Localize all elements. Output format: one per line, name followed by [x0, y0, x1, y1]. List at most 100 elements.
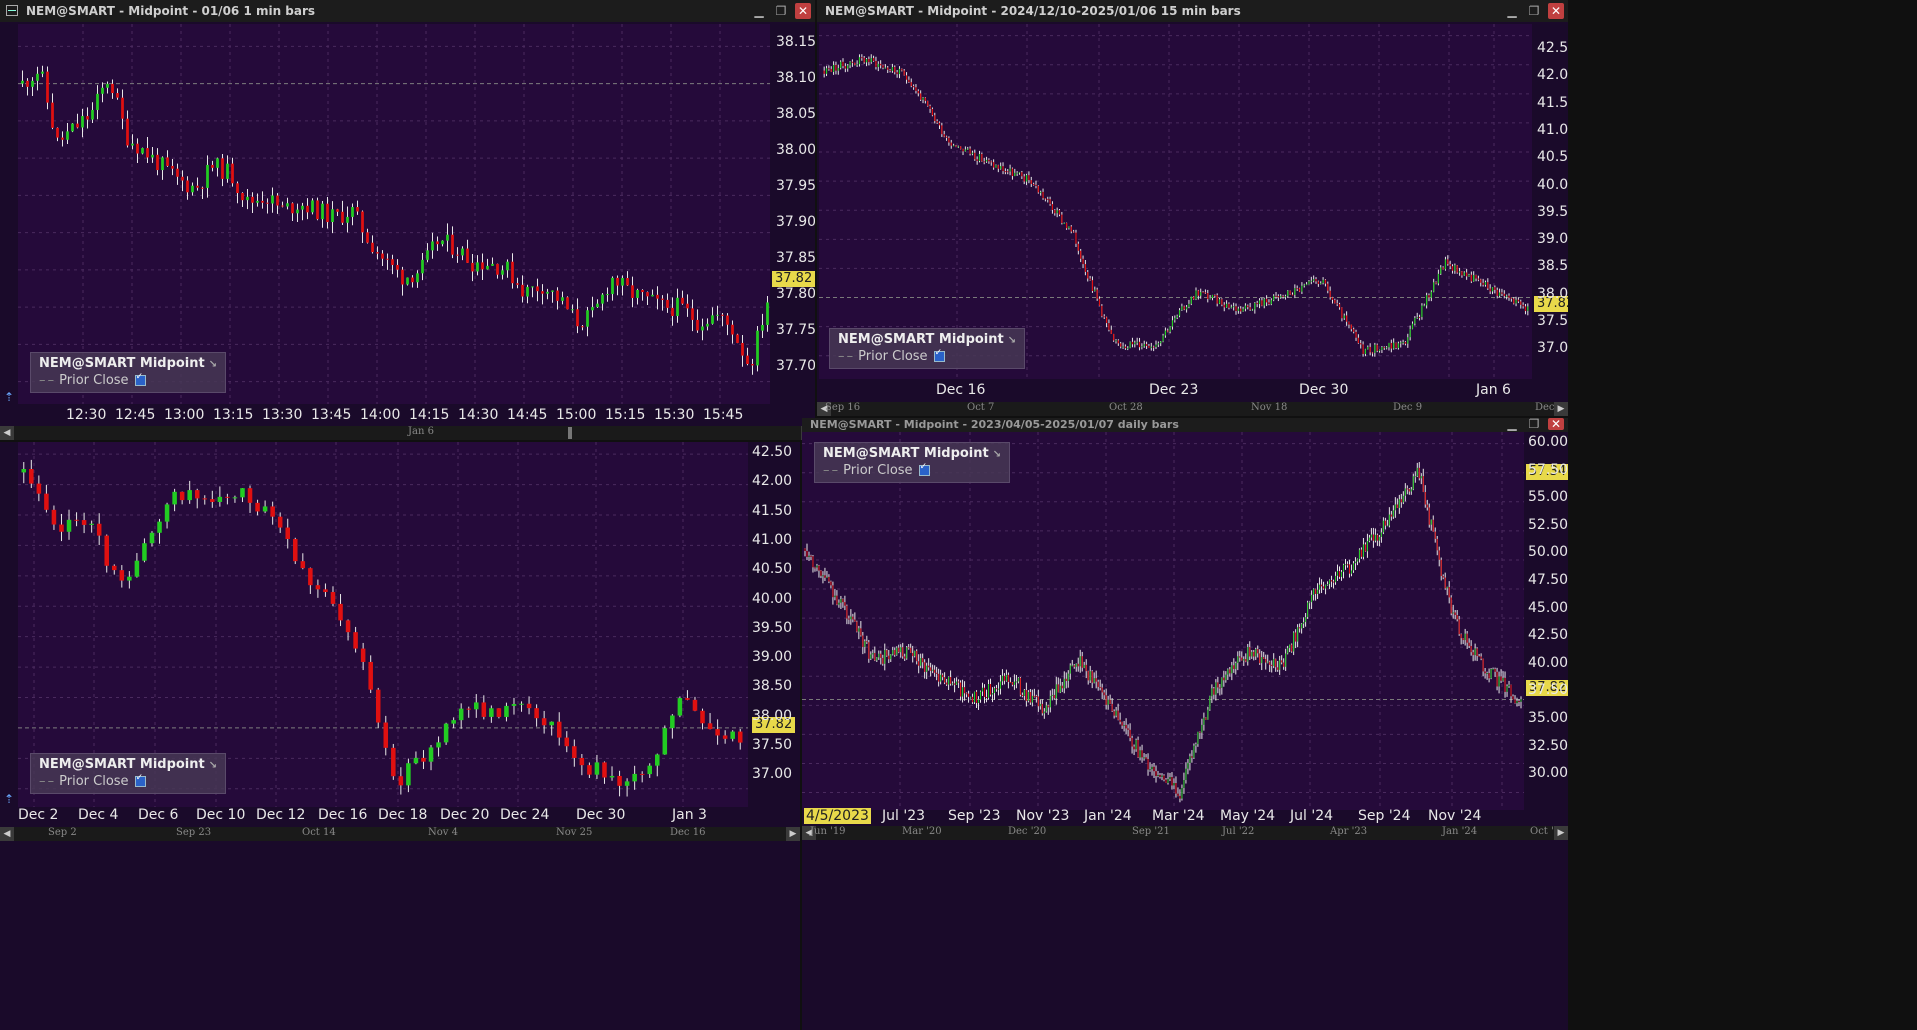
- candle-body: [875, 60, 877, 68]
- candle-body: [1101, 687, 1103, 693]
- panel1-chart[interactable]: [18, 24, 770, 404]
- candle-body: [1315, 279, 1317, 282]
- panel2-legend[interactable]: NEM@SMART Midpoint ↘ – – Prior Close: [829, 328, 1026, 369]
- legend-arrow-icon[interactable]: ↘: [1008, 335, 1016, 346]
- candle-body: [609, 775, 615, 778]
- close-icon[interactable]: ✕: [1548, 418, 1564, 430]
- legend-prior-close: Prior Close: [858, 349, 928, 364]
- candle-body: [997, 165, 999, 169]
- close-icon[interactable]: ✕: [1548, 3, 1564, 19]
- candle-body: [1037, 696, 1039, 707]
- prior-close-checkbox[interactable]: [134, 773, 146, 787]
- panel2-plot[interactable]: [819, 24, 1532, 379]
- candle-body: [136, 143, 139, 154]
- candle-body: [1109, 699, 1111, 704]
- minimize-icon[interactable]: ▁: [1504, 3, 1520, 19]
- candle-body: [1169, 777, 1171, 780]
- candle-body: [834, 595, 836, 598]
- candle-body: [1207, 709, 1209, 720]
- panel4-scroll-strip[interactable]: ◀ Jun '19 Mar '20 Dec '20 Sep '21 Jul '22 Apr …: [802, 826, 1568, 840]
- candle-body: [1209, 297, 1211, 300]
- y-tick-label: 35.00: [1528, 710, 1568, 726]
- panel2-scroll-strip[interactable]: ◀ Sep 16 Oct 7 Oct 28 Nov 18 Dec 9 Dec 30 ▶: [817, 402, 1568, 416]
- crosshair-icon[interactable]: ⇡: [802, 792, 804, 806]
- candle-body: [556, 721, 562, 738]
- scroll-right-icon[interactable]: ▶: [786, 827, 800, 841]
- panel3-legend[interactable]: NEM@SMART Midpoint ↘ – – Prior Close: [30, 753, 227, 794]
- panel-intraday-1min: NEM@SMART - Midpoint - 01/06 1 min bars …: [0, 0, 815, 440]
- candle-body: [1266, 298, 1268, 303]
- candle-body: [436, 241, 439, 245]
- candle-body: [256, 200, 259, 203]
- candle-body: [1153, 346, 1155, 348]
- panel4-chart[interactable]: [802, 432, 1524, 810]
- candle-body: [701, 326, 704, 331]
- legend-arrow-icon[interactable]: ↘: [209, 760, 217, 771]
- legend-arrow-icon[interactable]: ↘: [209, 359, 217, 370]
- minimize-icon[interactable]: ▁: [751, 3, 767, 19]
- panel4-legend[interactable]: NEM@SMART Midpoint ↘ – – Prior Close: [814, 442, 1011, 483]
- candle-body: [1028, 175, 1030, 181]
- x-tick-label: 13:15: [213, 407, 254, 423]
- candle-body: [1169, 326, 1171, 332]
- candle-body: [89, 523, 94, 525]
- candle-body: [903, 70, 905, 76]
- panel4-plot[interactable]: [802, 432, 1524, 810]
- legend-arrow-icon[interactable]: ↘: [993, 449, 1001, 460]
- panel1-titlebar[interactable]: NEM@SMART - Midpoint - 01/06 1 min bars …: [0, 0, 815, 22]
- candle-body: [51, 509, 57, 525]
- candle-body: [1516, 700, 1518, 704]
- prior-close-checkbox[interactable]: [134, 372, 146, 386]
- candle-body: [726, 315, 729, 325]
- prior-close-checkbox[interactable]: [918, 462, 930, 476]
- scroll-thumb[interactable]: [568, 427, 572, 439]
- x-tick-label: Jan 6: [1476, 382, 1511, 398]
- minimize-icon[interactable]: ▁: [1504, 418, 1520, 430]
- candle-body: [1117, 340, 1119, 344]
- candle-body: [1487, 282, 1489, 289]
- candle-body: [1037, 185, 1039, 193]
- panel2-titlebar[interactable]: NEM@SMART - Midpoint - 2024/12/10-2025/0…: [817, 0, 1568, 22]
- panel2-chart[interactable]: [819, 24, 1532, 379]
- panel1-legend[interactable]: NEM@SMART Midpoint ↘ – – Prior Close: [30, 352, 227, 393]
- y-tick-label: 40.50: [1537, 149, 1568, 166]
- candle-body: [1103, 316, 1105, 318]
- candle-body: [711, 315, 714, 324]
- strip-label: Dec '20: [1008, 826, 1047, 837]
- scroll-right-icon[interactable]: ▶: [1554, 826, 1568, 840]
- crosshair-icon[interactable]: ⇡: [4, 792, 14, 806]
- candle-body: [1437, 273, 1439, 284]
- panel1-scroll-strip[interactable]: ◀ Jan 6 ▶: [0, 426, 815, 440]
- candle-body: [564, 737, 570, 747]
- maximize-icon[interactable]: ❐: [1526, 3, 1542, 19]
- panel1-plot[interactable]: [18, 24, 770, 404]
- candle-body: [902, 647, 904, 657]
- candle-body: [1223, 677, 1225, 681]
- candle-body: [1355, 331, 1357, 338]
- scroll-right-icon[interactable]: ▶: [1554, 402, 1568, 416]
- candle-body: [913, 86, 915, 88]
- candle-body: [489, 708, 494, 717]
- maximize-icon[interactable]: ❐: [773, 3, 789, 19]
- crosshair-icon[interactable]: ⇡: [4, 390, 14, 404]
- candle-body: [606, 294, 609, 296]
- candle-body: [361, 211, 364, 233]
- scroll-left-icon[interactable]: ◀: [0, 827, 14, 841]
- candle-body: [1285, 653, 1287, 667]
- scroll-left-icon[interactable]: ◀: [0, 426, 14, 440]
- candle-body: [837, 67, 839, 71]
- candle-body: [1418, 467, 1420, 479]
- close-icon[interactable]: ✕: [795, 3, 811, 19]
- dash-icon: – –: [39, 373, 54, 388]
- candle-body: [621, 278, 624, 286]
- candle-body: [1242, 308, 1244, 312]
- candle-body: [818, 565, 820, 571]
- prior-close-checkbox[interactable]: [933, 348, 945, 362]
- candle-body: [816, 565, 818, 568]
- candle-body: [1233, 306, 1235, 308]
- panel3-scroll-strip[interactable]: ◀ Sep 2 Sep 23 Oct 14 Nov 4 Nov 25 Dec 16 ▶: [0, 827, 800, 841]
- panel4-titlebar[interactable]: NEM@SMART - Midpoint - 2023/04/05-2025/0…: [802, 418, 1568, 432]
- candle-body: [1358, 549, 1360, 560]
- candle-body: [736, 334, 739, 343]
- maximize-icon[interactable]: ❐: [1526, 418, 1542, 430]
